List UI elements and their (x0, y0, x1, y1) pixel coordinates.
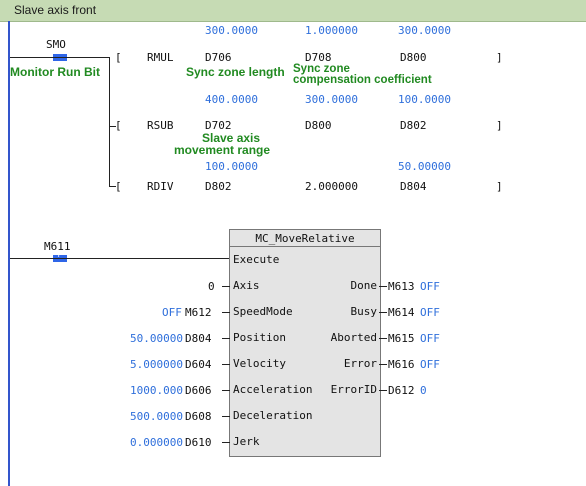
aborted-operand[interactable]: M615 (388, 332, 415, 345)
rsub-open-bracket: [ (115, 119, 122, 132)
execute-wire (10, 258, 230, 259)
rmul-operand-c[interactable]: D800 (400, 51, 427, 64)
velocity-value: 5.000000 (130, 358, 183, 371)
pin-execute: Execute (233, 253, 280, 266)
rmul-close-bracket: ] (496, 51, 503, 64)
errorid-stub (379, 390, 387, 391)
error-value: OFF (420, 358, 440, 371)
rmul-opcode[interactable]: RMUL (147, 51, 174, 64)
axis-stub (222, 286, 230, 287)
rmul-c-value-below: 100.0000 (398, 93, 451, 106)
done-stub (379, 286, 387, 287)
function-block-title: MC_MoveRelative (255, 232, 355, 245)
acceleration-operand[interactable]: D606 (185, 384, 212, 397)
rdiv-operand-a[interactable]: D802 (205, 180, 232, 193)
axis-operand[interactable]: 0 (208, 280, 215, 293)
rsub-operand-c[interactable]: D802 (400, 119, 427, 132)
pin-position: Position (233, 331, 286, 344)
acceleration-stub (222, 390, 230, 391)
pin-jerk: Jerk (233, 435, 260, 448)
rmul-c-value-above: 300.0000 (398, 24, 451, 37)
done-operand[interactable]: M613 (388, 280, 415, 293)
contact-smo-label: SMO (46, 38, 66, 51)
rdiv-operand-b[interactable]: 2.000000 (305, 180, 358, 193)
pin-error: Error (343, 357, 377, 370)
rdiv-open-bracket: [ (115, 180, 122, 193)
busy-stub (379, 312, 387, 313)
rsub-a-comment-line2: movement range (174, 143, 271, 157)
rmul-a-value-below: 400.0000 (205, 93, 258, 106)
pin-done: Done (350, 279, 378, 292)
rdiv-operand-c[interactable]: D804 (400, 180, 427, 193)
pin-velocity: Velocity (233, 357, 286, 370)
error-stub (379, 364, 387, 365)
rmul-operand-a[interactable]: D706 (205, 51, 232, 64)
rsub-close-bracket: ] (496, 119, 503, 132)
pin-acceleration: Acceleration (233, 383, 313, 396)
pin-aborted: Aborted (330, 331, 377, 344)
busy-value: OFF (420, 306, 440, 319)
rdiv-opcode[interactable]: RDIV (147, 180, 174, 193)
errorid-value: 0 (420, 384, 427, 397)
acceleration-value: 1000.000 (130, 384, 183, 397)
rmul-b-comment-line2: compensation coefficient (293, 74, 432, 86)
speedmode-value: OFF (162, 306, 182, 319)
pin-axis: Axis (233, 279, 260, 292)
rsub-c-value-below: 50.00000 (398, 160, 451, 173)
left-power-rail (8, 21, 10, 486)
rdiv-close-bracket: ] (496, 180, 503, 193)
done-value: OFF (420, 280, 440, 293)
contact-smo-annotation: Monitor Run Bit (10, 65, 100, 79)
jerk-value: 0.000000 (130, 436, 183, 449)
rung-1-branch-wire (109, 57, 110, 187)
aborted-value: OFF (420, 332, 440, 345)
function-block-divider (230, 246, 380, 247)
pin-errorid: ErrorID (330, 383, 377, 396)
velocity-operand[interactable]: D604 (185, 358, 212, 371)
page-title: Slave axis front (14, 3, 97, 17)
rsub-a-value-below: 100.0000 (205, 160, 258, 173)
busy-operand[interactable]: M614 (388, 306, 415, 319)
aborted-stub (379, 338, 387, 339)
rmul-b-value-below: 300.0000 (305, 93, 358, 106)
title-bar: Slave axis front (0, 0, 586, 22)
pin-busy: Busy (350, 305, 378, 318)
deceleration-operand[interactable]: D608 (185, 410, 212, 423)
rmul-a-value-above: 300.0000 (205, 24, 258, 37)
rsub-opcode[interactable]: RSUB (147, 119, 174, 132)
error-operand[interactable]: M616 (388, 358, 415, 371)
deceleration-value: 500.0000 (130, 410, 183, 423)
rsub-operand-b[interactable]: D800 (305, 119, 332, 132)
rung-1-wire (10, 57, 110, 58)
speedmode-operand[interactable]: M612 (185, 306, 212, 319)
errorid-operand[interactable]: D612 (388, 384, 415, 397)
deceleration-stub (222, 416, 230, 417)
pin-speedmode: SpeedMode (233, 305, 293, 318)
mc-moverelative-block[interactable]: MC_MoveRelative Execute Axis SpeedMode P… (229, 229, 381, 457)
rmul-open-bracket: [ (115, 51, 122, 64)
speedmode-stub (222, 312, 230, 313)
rmul-b-value-above: 1.000000 (305, 24, 358, 37)
velocity-stub (222, 364, 230, 365)
pin-deceleration: Deceleration (233, 409, 313, 422)
jerk-operand[interactable]: D610 (185, 436, 212, 449)
jerk-stub (222, 442, 230, 443)
position-value: 50.00000 (130, 332, 183, 345)
rmul-a-comment: Sync zone length (186, 65, 285, 79)
position-stub (222, 338, 230, 339)
position-operand[interactable]: D804 (185, 332, 212, 345)
